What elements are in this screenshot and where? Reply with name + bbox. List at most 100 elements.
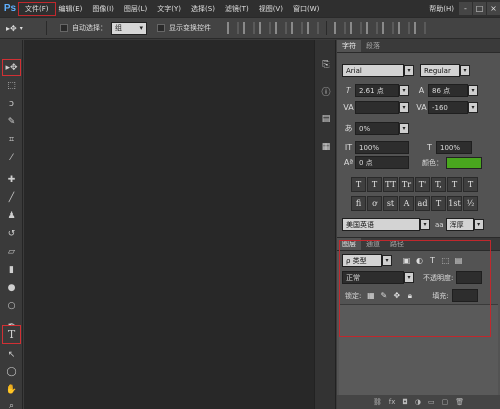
align-left-icon[interactable] <box>275 22 287 34</box>
subscript-button[interactable]: T, <box>431 177 446 192</box>
zoom-tool-icon[interactable]: ⌕ <box>3 398 20 409</box>
lasso-tool-icon[interactable]: ↄ <box>3 96 20 111</box>
faux-bold-button[interactable]: T <box>351 177 366 192</box>
history-icon[interactable]: ⎘ <box>319 58 333 72</box>
tracking-field[interactable]: -160 <box>428 101 468 114</box>
font-size-field[interactable]: 2.61 点 <box>355 84 399 97</box>
tsume-field[interactable]: 0% <box>355 122 399 135</box>
language-field[interactable]: 美国英语 <box>342 218 420 231</box>
auto-select-checkbox[interactable] <box>60 24 68 32</box>
underline-button[interactable]: T <box>447 177 462 192</box>
distribute-top-icon[interactable] <box>334 22 346 34</box>
gradient-tool-icon[interactable]: ▮ <box>3 262 20 277</box>
eraser-tool-icon[interactable]: ▱ <box>3 244 20 259</box>
contextual-alt-button[interactable]: T <box>431 196 446 211</box>
font-style-field[interactable]: Regular <box>420 64 460 77</box>
tab-layers[interactable]: 图层 <box>337 238 361 250</box>
distribute-left-icon[interactable] <box>382 22 394 34</box>
menu-file[interactable]: 文件(F) <box>18 1 56 16</box>
anti-alias-field[interactable]: 浑厚 <box>445 218 474 231</box>
menu-type[interactable]: 文字(Y) <box>152 4 186 14</box>
baseline-shift-field[interactable]: 0 点 <box>355 156 409 169</box>
align-hcenter-icon[interactable] <box>291 22 303 34</box>
trash-icon[interactable]: 🗑︎ <box>455 398 464 406</box>
menu-window[interactable]: 窗口(W) <box>288 4 324 14</box>
shape-filter-icon[interactable]: ⬚ <box>439 256 452 265</box>
fill-field[interactable] <box>451 289 478 302</box>
distribute-vcenter-icon[interactable] <box>350 22 362 34</box>
tool-preset-picker[interactable]: ▸✥ ▾ <box>6 20 41 36</box>
text-color-swatch[interactable] <box>446 156 482 169</box>
fx-icon[interactable]: fx <box>389 398 396 406</box>
stylistic-alt-button[interactable]: st <box>383 196 398 211</box>
lock-all-icon[interactable]: 🔒︎ <box>403 291 416 301</box>
leading-field[interactable]: 86 点 <box>428 84 468 97</box>
align-bottom-icon[interactable] <box>259 22 271 34</box>
adjustment-icon[interactable]: ◑ <box>415 398 421 406</box>
lock-pixels-icon[interactable]: ✎ <box>377 291 390 300</box>
faux-italic-button[interactable]: T <box>367 177 382 192</box>
menu-edit[interactable]: 编辑(E) <box>54 4 88 14</box>
chevron-down-icon[interactable]: ▾ <box>399 85 409 96</box>
tab-channels[interactable]: 通道 <box>361 238 385 250</box>
distribute-hcenter-icon[interactable] <box>398 22 410 34</box>
chevron-down-icon[interactable]: ▾ <box>404 272 414 283</box>
chevron-down-icon[interactable]: ▾ <box>468 102 478 113</box>
strikethrough-button[interactable]: T <box>463 177 478 192</box>
info-icon[interactable]: ⓘ <box>319 84 333 98</box>
menu-select[interactable]: 选择(S) <box>186 4 220 14</box>
eyedropper-tool-icon[interactable]: ⁄ <box>3 150 20 165</box>
horizontal-scale-field[interactable]: 100% <box>436 141 472 154</box>
chevron-down-icon[interactable]: ▾ <box>399 102 409 113</box>
crop-tool-icon[interactable]: ⌗ <box>3 132 20 147</box>
distribute-right-icon[interactable] <box>414 22 426 34</box>
chevron-down-icon[interactable]: ▾ <box>382 255 392 266</box>
link-icon[interactable]: ⛓ <box>373 398 382 406</box>
tab-paragraph[interactable]: 段落 <box>361 40 385 52</box>
all-caps-button[interactable]: TT <box>383 177 398 192</box>
lock-position-icon[interactable]: ✥ <box>390 291 403 300</box>
kerning-field[interactable] <box>355 101 399 114</box>
group-icon[interactable]: ▭ <box>428 398 435 406</box>
menu-layer[interactable]: 图层(L) <box>119 4 152 14</box>
hand-tool-icon[interactable]: ✋ <box>3 382 20 397</box>
tab-character[interactable]: 字符 <box>337 40 361 52</box>
lock-transparent-icon[interactable]: ▦ <box>364 291 377 300</box>
brush-tool-icon[interactable]: ╱ <box>3 190 20 205</box>
chevron-down-icon[interactable]: ▾ <box>468 85 478 96</box>
path-selection-tool-icon[interactable]: ↖ <box>3 347 20 362</box>
layers-list[interactable] <box>339 304 498 396</box>
ligature-button[interactable]: fi <box>351 196 366 211</box>
menu-filter[interactable]: 滤镜(T) <box>220 4 254 14</box>
chevron-down-icon[interactable]: ▾ <box>473 219 484 230</box>
adjust-filter-icon[interactable]: ◐ <box>413 256 426 265</box>
show-transform-checkbox[interactable] <box>157 24 165 32</box>
superscript-button[interactable]: T' <box>415 177 430 192</box>
type-tool-icon[interactable]: T <box>2 325 21 344</box>
pixel-filter-icon[interactable]: ▣ <box>400 256 413 265</box>
chevron-down-icon[interactable]: ▾ <box>399 123 409 134</box>
layer-filter-field[interactable]: ρ 类型 <box>342 254 382 267</box>
align-top-icon[interactable] <box>227 22 239 34</box>
old-style-button[interactable]: ơ <box>367 196 382 211</box>
blend-mode-field[interactable]: 正常 <box>342 271 404 284</box>
document-canvas[interactable] <box>24 40 314 409</box>
dodge-tool-icon[interactable]: ○ <box>3 298 20 313</box>
quick-select-tool-icon[interactable]: ✎ <box>3 114 20 129</box>
menu-view[interactable]: 视图(V) <box>254 4 288 14</box>
swash-button[interactable]: A <box>399 196 414 211</box>
tab-paths[interactable]: 路径 <box>385 238 409 250</box>
type-filter-icon[interactable]: T <box>426 256 439 265</box>
menu-help[interactable]: 帮助(H) <box>425 4 458 14</box>
chevron-down-icon[interactable]: ▾ <box>404 65 414 76</box>
blur-tool-icon[interactable]: ● <box>3 280 20 295</box>
smart-filter-icon[interactable]: ▤ <box>452 256 465 265</box>
mask-icon[interactable]: ◘ <box>402 398 408 406</box>
auto-select-dropdown[interactable]: 组 ▾ <box>111 21 147 35</box>
paragraph-style-icon[interactable]: ▦ <box>319 140 333 154</box>
small-caps-button[interactable]: Tr <box>399 177 414 192</box>
vertical-scale-field[interactable]: 100% <box>355 141 409 154</box>
menu-image[interactable]: 图像(I) <box>87 4 119 14</box>
maximize-button[interactable]: □ <box>473 2 486 15</box>
fractions-button[interactable]: ½ <box>463 196 478 211</box>
